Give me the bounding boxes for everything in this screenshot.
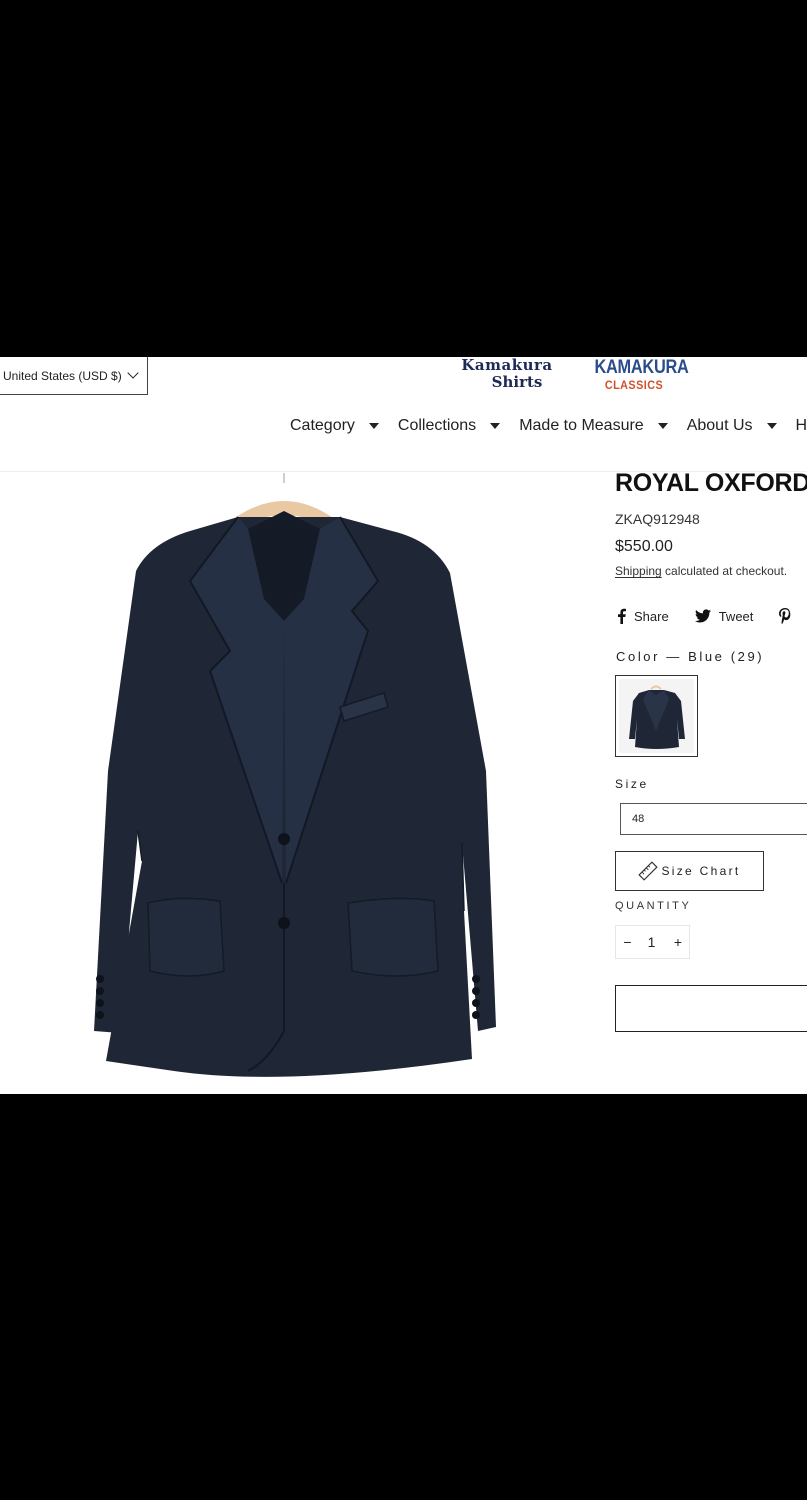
caret-down-icon — [766, 423, 777, 429]
nav-item-about-us[interactable]: About Us — [687, 415, 777, 437]
product-image[interactable] — [78, 471, 498, 1094]
chevron-down-icon — [127, 367, 139, 379]
color-label: Color — Blue (29) — [616, 649, 765, 664]
quantity-increase-button[interactable]: + — [667, 934, 689, 950]
currency-selector[interactable]: United States (USD $) — [0, 357, 148, 395]
size-chart-button[interactable]: Size Chart — [615, 851, 764, 891]
color-swatch-blue[interactable] — [615, 675, 698, 757]
logo-line-1: Kamakura — [461, 357, 553, 374]
nav-label: Made to Measure — [519, 417, 644, 434]
share-label: Share — [634, 608, 669, 624]
shipping-link[interactable]: Shipping — [615, 564, 662, 578]
ruler-icon — [638, 861, 659, 881]
kamakura-shirts-logo[interactable]: Kamakura Shirts — [452, 357, 562, 391]
nav-item-collections[interactable]: Collections — [397, 415, 501, 437]
twitter-icon — [694, 609, 711, 623]
page-viewport: United States (USD $) Kamakura Shirts KA… — [0, 357, 807, 1094]
swatch-thumbnail — [619, 679, 694, 753]
logo-line-1: KAMAKURA — [594, 357, 689, 378]
social-share-bar: Share Tweet — [617, 608, 807, 624]
nav-label: Category — [290, 417, 355, 434]
shipping-text: calculated at checkout. — [661, 564, 788, 578]
product-sku: ZKAQ912948 — [615, 511, 700, 527]
product-title: ROYAL OXFORD — [615, 469, 807, 497]
nav-item-category[interactable]: Category — [290, 415, 379, 437]
size-label: Size — [615, 777, 649, 791]
logo-line-2: Shirts — [491, 373, 543, 391]
shipping-note: Shipping calculated at checkout. — [615, 564, 787, 578]
twitter-share-button[interactable]: Tweet — [694, 608, 754, 624]
nav-item-help[interactable]: Help — [796, 415, 807, 437]
quantity-stepper: − 1 + — [615, 925, 690, 959]
logo-line-2: CLASSICS — [604, 378, 664, 392]
quantity-label: QUANTITY — [615, 900, 692, 912]
quantity-decrease-button[interactable]: − — [616, 934, 636, 950]
size-select[interactable]: 48 — [620, 803, 807, 835]
nav-label: Help — [795, 417, 807, 434]
tweet-label: Tweet — [718, 608, 754, 624]
product-price: $550.00 — [615, 538, 673, 555]
main-navigation: Category Collections Made to Measure Abo… — [290, 415, 807, 437]
kamakura-classics-logo[interactable]: KAMAKURA CLASSICS — [588, 357, 689, 393]
currency-label: United States (USD $) — [3, 368, 122, 383]
nav-item-made-to-measure[interactable]: Made to Measure — [519, 415, 668, 437]
pinterest-icon — [779, 608, 791, 624]
quantity-input[interactable]: 1 — [636, 934, 667, 950]
caret-down-icon — [368, 423, 379, 429]
facebook-share-button[interactable]: Share — [617, 608, 669, 624]
caret-down-icon — [490, 423, 501, 429]
pinterest-share-button[interactable] — [779, 608, 799, 624]
facebook-icon — [618, 608, 626, 624]
nav-label: Collections — [397, 417, 477, 434]
nav-label: About Us — [686, 417, 753, 434]
size-value: 48 — [632, 813, 645, 825]
caret-down-icon — [657, 423, 668, 429]
size-chart-label: Size Chart — [661, 864, 741, 878]
add-to-cart-button[interactable] — [615, 985, 807, 1032]
